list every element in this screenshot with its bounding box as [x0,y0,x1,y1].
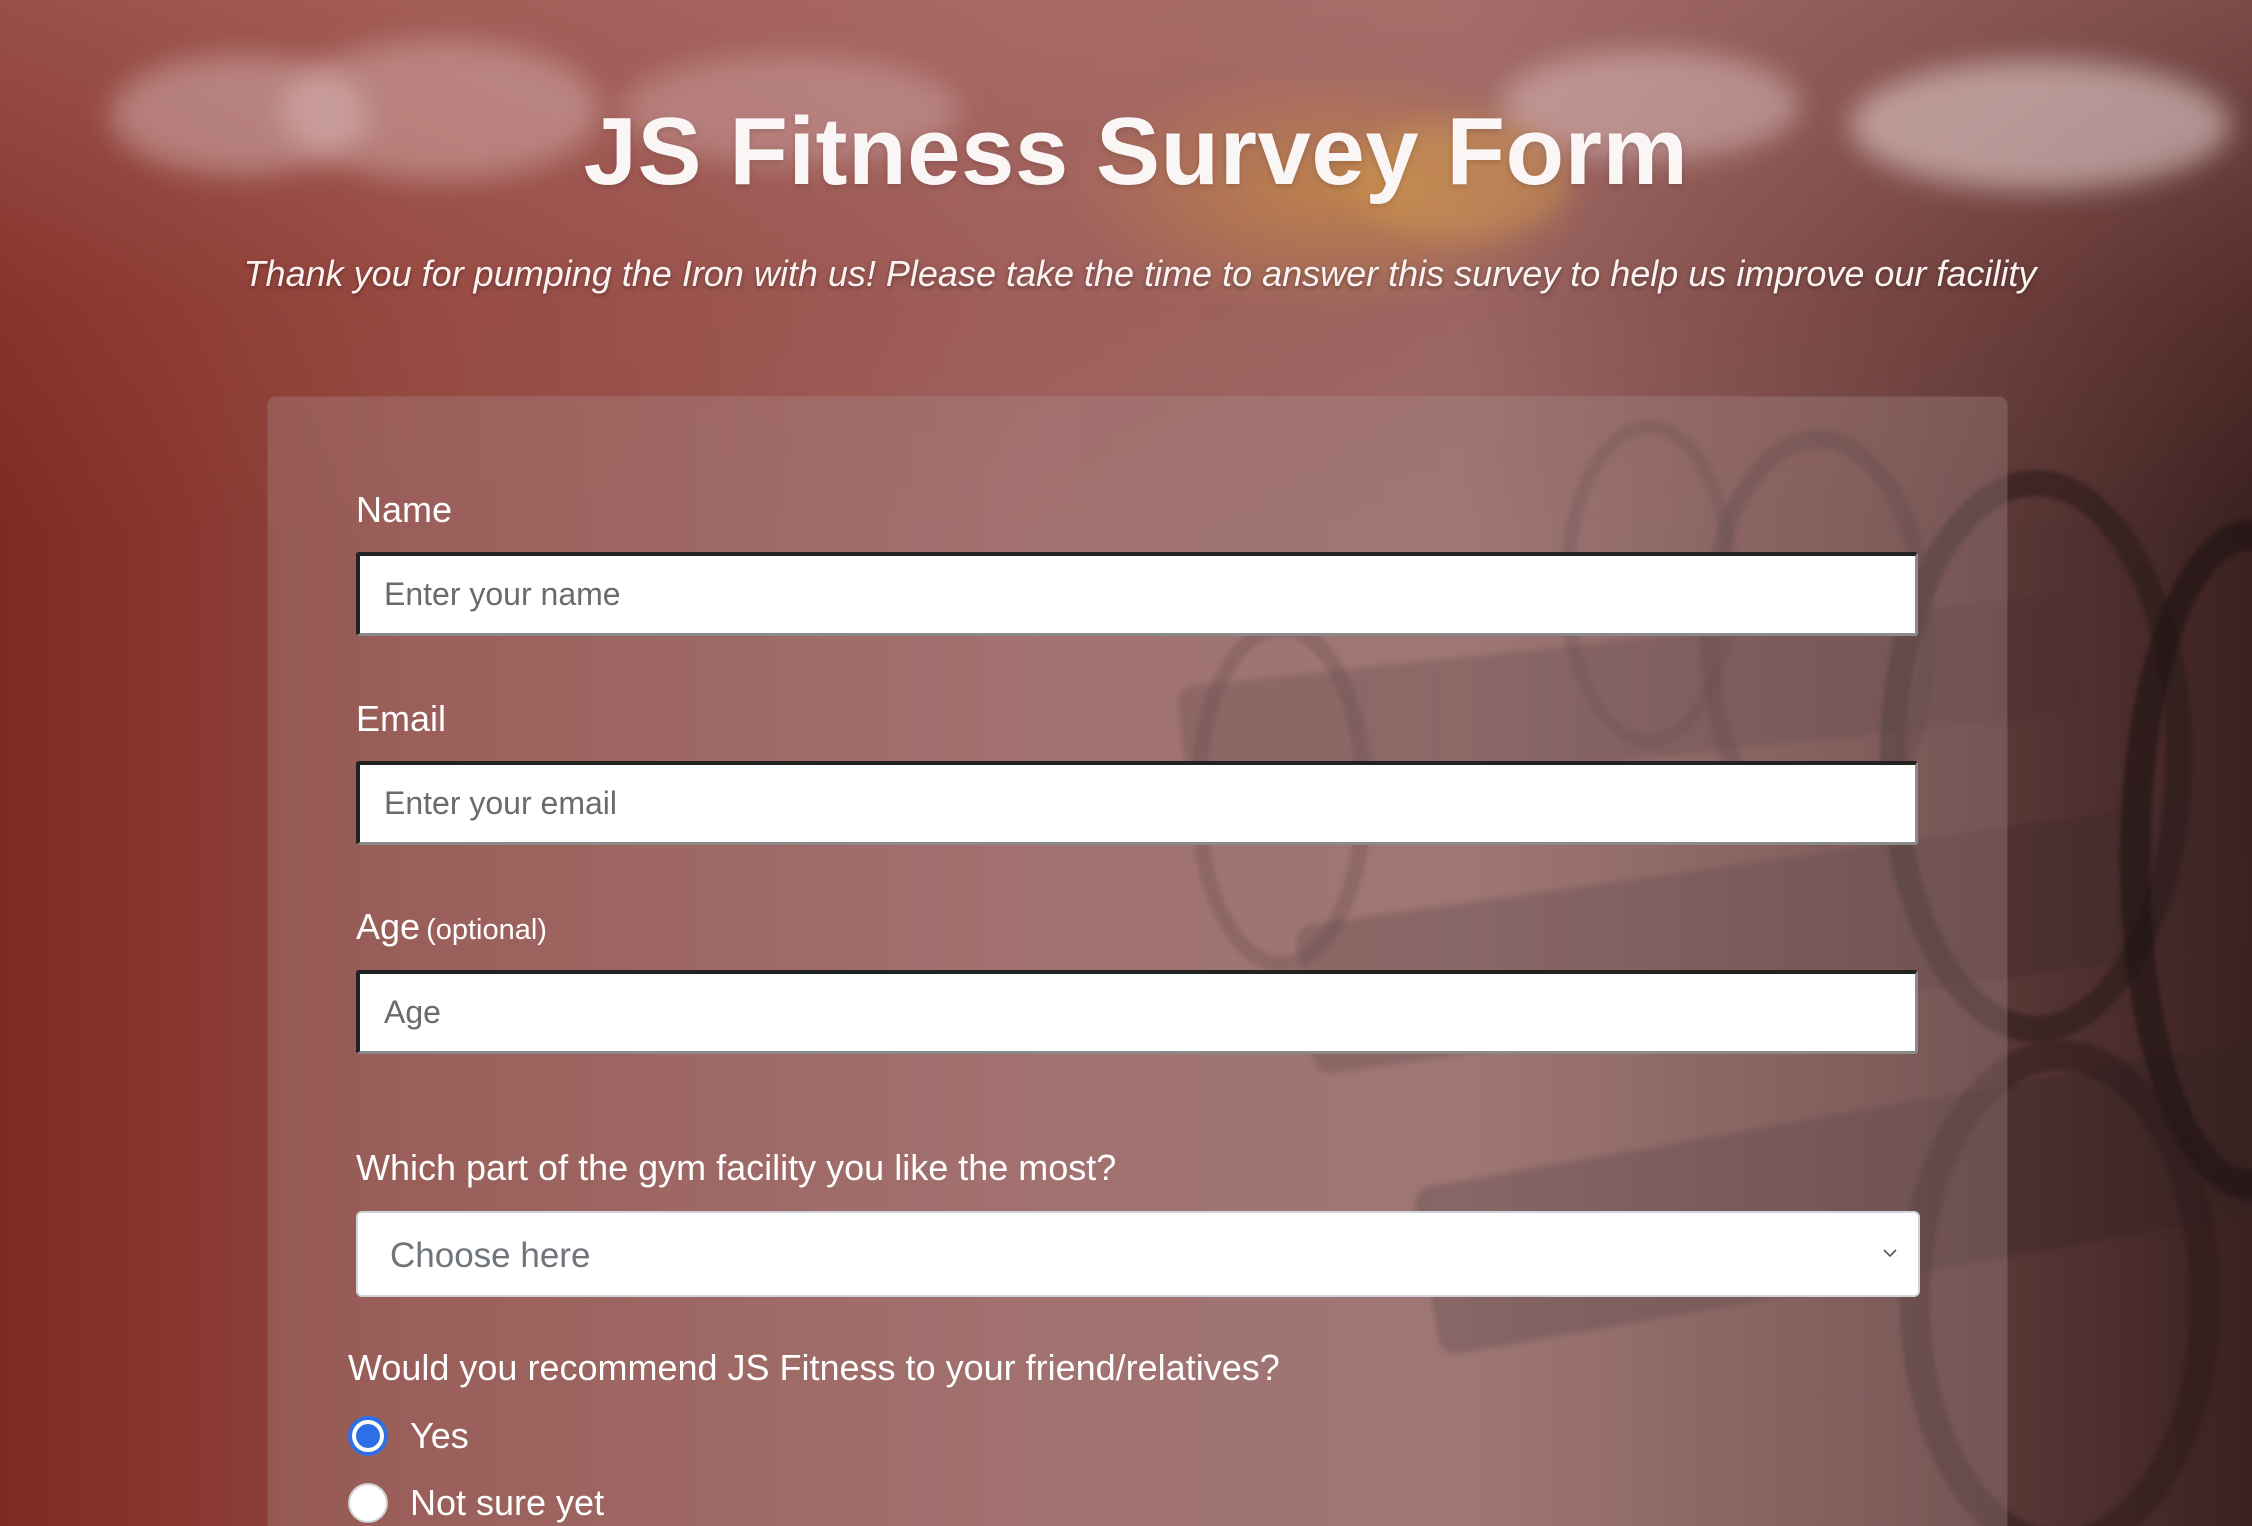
page-description: Thank you for pumping the Iron with us! … [243,253,2037,294]
page-title: JS Fitness Survey Form [583,98,1689,205]
email-label: Email [356,698,447,739]
radio-option-yes[interactable]: Yes [348,1414,469,1458]
recommend-question: Would you recommend JS Fitness to your f… [348,1347,1280,1388]
age-input[interactable] [356,970,1918,1054]
radio-yes-label[interactable]: Yes [410,1414,469,1458]
age-optional-note: (optional) [426,914,547,946]
facility-label: Which part of the gym facility you like … [356,1147,1117,1188]
name-label: Name [356,489,453,530]
radio-not-sure[interactable] [348,1483,388,1523]
facility-dropdown[interactable]: Choose here [356,1211,1920,1297]
age-label-text: Age [356,906,421,947]
radio-yes[interactable] [348,1416,388,1456]
age-label: Age (optional) [356,905,547,952]
radio-option-not-sure[interactable]: Not sure yet [348,1481,604,1525]
facility-dropdown-value: Choose here [390,1236,591,1275]
radio-not-sure-label[interactable]: Not sure yet [410,1481,604,1525]
name-input[interactable] [356,552,1918,636]
chevron-down-icon [1883,1249,1897,1258]
email-input[interactable] [356,761,1918,845]
